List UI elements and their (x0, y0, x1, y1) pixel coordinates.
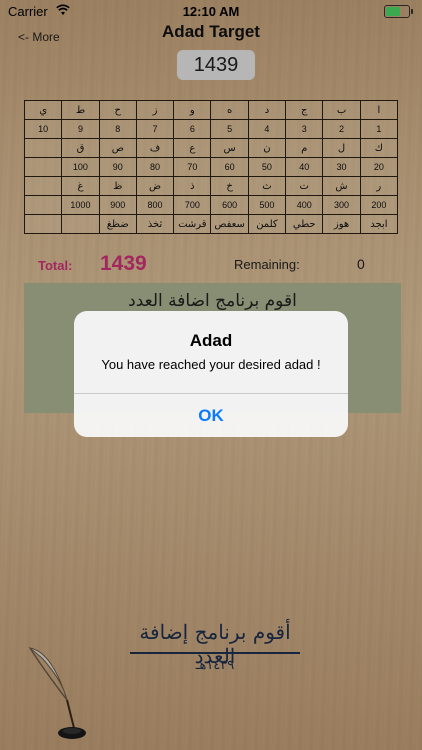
alert-message: You have reached your desired adad ! (101, 357, 321, 372)
alert-title: Adad (189, 331, 233, 350)
alert-dialog: Adad You have reached your desired adad … (74, 311, 348, 437)
ok-button[interactable]: OK (74, 394, 348, 437)
